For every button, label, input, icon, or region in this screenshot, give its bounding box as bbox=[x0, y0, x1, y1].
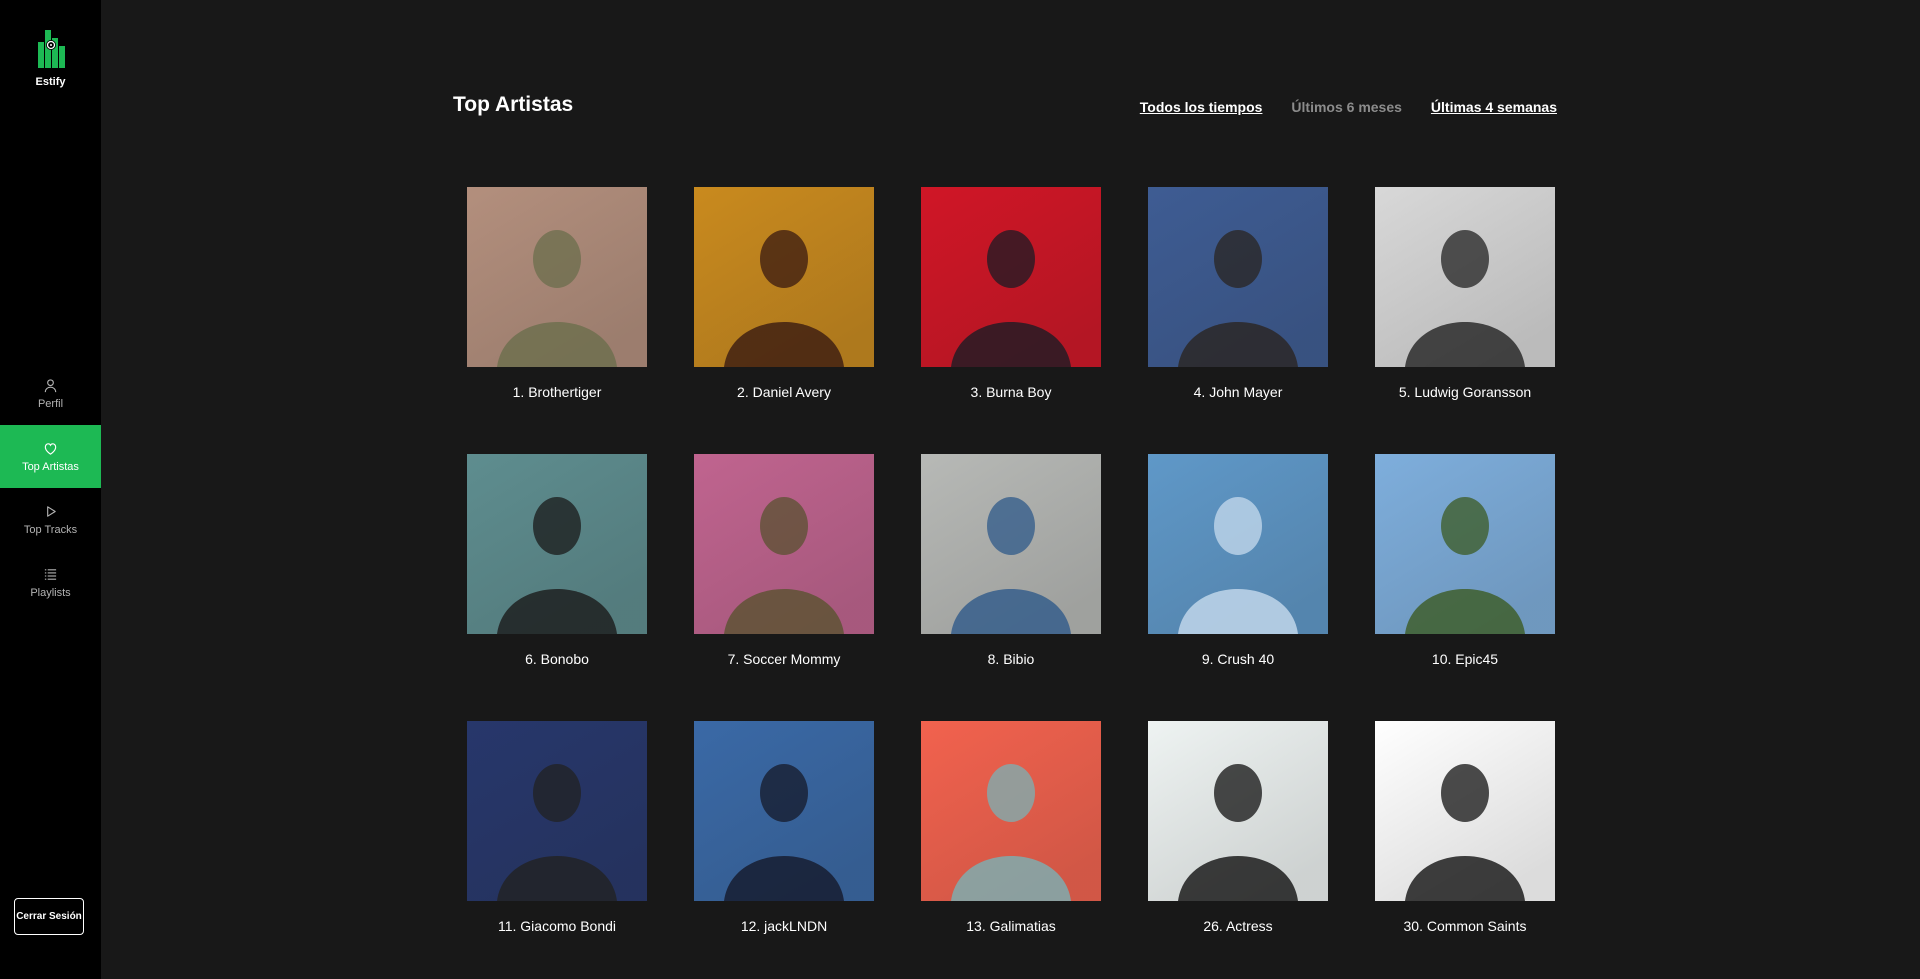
page-title: Top Artistas bbox=[453, 93, 574, 116]
artist-name: 1. Brothertiger bbox=[512, 384, 602, 400]
user-icon bbox=[44, 378, 57, 392]
app-name: Estify bbox=[35, 76, 66, 88]
sidebar-item-label: Top Tracks bbox=[23, 523, 78, 536]
logout-button[interactable]: Cerrar Sesión bbox=[14, 898, 84, 935]
artist-image[interactable] bbox=[1148, 187, 1328, 367]
tab-6-months[interactable]: Últimos 6 meses bbox=[1291, 99, 1402, 115]
artist-name: 10. Epic45 bbox=[1431, 651, 1499, 667]
artist-name: 13. Galimatias bbox=[966, 918, 1056, 934]
artist-name: 2. Daniel Avery bbox=[737, 384, 831, 400]
artist-name: 26. Actress bbox=[1203, 918, 1273, 934]
artist-image[interactable] bbox=[1375, 187, 1555, 367]
artist-image[interactable] bbox=[467, 721, 647, 901]
tab-all-time[interactable]: Todos los tiempos bbox=[1140, 99, 1263, 115]
artist-grid: 1. Brothertiger 2. Daniel Avery 3. Burna B… bbox=[467, 187, 1555, 934]
artist-card[interactable]: 30. Common Saints bbox=[1375, 721, 1555, 934]
artist-card[interactable]: 5. Ludwig Goransson bbox=[1375, 187, 1555, 400]
artist-card[interactable]: 3. Burna Boy bbox=[921, 187, 1101, 400]
artist-name: 9. Crush 40 bbox=[1201, 651, 1275, 667]
list-icon bbox=[44, 568, 57, 580]
artist-card[interactable]: 4. John Mayer bbox=[1148, 187, 1328, 400]
artist-name: 8. Bibio bbox=[987, 651, 1035, 667]
app-logo[interactable]: Estify bbox=[0, 28, 101, 88]
artist-image[interactable] bbox=[694, 187, 874, 367]
artist-card[interactable]: 2. Daniel Avery bbox=[694, 187, 874, 400]
artist-name: 6. Bonobo bbox=[525, 651, 589, 667]
artist-name: 11. Giacomo Bondi bbox=[497, 918, 617, 934]
artist-card[interactable]: 7. Soccer Mommy bbox=[694, 454, 874, 667]
artist-card[interactable]: 9. Crush 40 bbox=[1148, 454, 1328, 667]
sidebar-nav: Perfil Top Artistas Top Tracks Playlists bbox=[0, 362, 101, 614]
sidebar-item-label: Perfil bbox=[37, 397, 64, 410]
artist-card[interactable]: 26. Actress bbox=[1148, 721, 1328, 934]
artist-card[interactable]: 6. Bonobo bbox=[467, 454, 647, 667]
artist-name: 5. Ludwig Goransson bbox=[1398, 384, 1532, 400]
time-range-tabs: Todos los tiempos Últimos 6 meses Última… bbox=[1140, 99, 1557, 115]
artist-image[interactable] bbox=[921, 454, 1101, 634]
artist-image[interactable] bbox=[467, 454, 647, 634]
artist-image[interactable] bbox=[694, 454, 874, 634]
artist-card[interactable]: 8. Bibio bbox=[921, 454, 1101, 667]
tab-4-weeks[interactable]: Últimas 4 semanas bbox=[1431, 99, 1557, 115]
artist-image[interactable] bbox=[1375, 721, 1555, 901]
artist-card[interactable]: 10. Epic45 bbox=[1375, 454, 1555, 667]
sidebar-item-top-tracks[interactable]: Top Tracks bbox=[0, 488, 101, 551]
logo-icon bbox=[37, 30, 65, 68]
artist-image[interactable] bbox=[921, 721, 1101, 901]
artist-image[interactable] bbox=[1148, 721, 1328, 901]
artist-card[interactable]: 11. Giacomo Bondi bbox=[467, 721, 647, 934]
artist-image[interactable] bbox=[1375, 454, 1555, 634]
sidebar-item-top-artistas[interactable]: Top Artistas bbox=[0, 425, 101, 488]
artist-name: 4. John Mayer bbox=[1193, 384, 1283, 400]
play-icon bbox=[47, 505, 56, 517]
sidebar-item-label: Top Artistas bbox=[22, 460, 79, 473]
app: Estify Perfil Top Artistas Top Tracks Pl… bbox=[0, 0, 1920, 979]
artist-name: 7. Soccer Mommy bbox=[727, 651, 841, 667]
sidebar: Estify Perfil Top Artistas Top Tracks Pl… bbox=[0, 0, 101, 979]
artist-image[interactable] bbox=[921, 187, 1101, 367]
artist-image[interactable] bbox=[467, 187, 647, 367]
artist-image[interactable] bbox=[1148, 454, 1328, 634]
artist-card[interactable]: 1. Brothertiger bbox=[467, 187, 647, 400]
sidebar-item-perfil[interactable]: Perfil bbox=[0, 362, 101, 425]
artist-name: 3. Burna Boy bbox=[970, 384, 1052, 400]
artist-image[interactable] bbox=[694, 721, 874, 901]
artist-card[interactable]: 13. Galimatias bbox=[921, 721, 1101, 934]
heart-icon bbox=[44, 442, 57, 455]
sidebar-item-playlists[interactable]: Playlists bbox=[0, 551, 101, 614]
artist-name: 12. jackLNDN bbox=[740, 918, 828, 934]
sidebar-item-label: Playlists bbox=[30, 586, 71, 599]
artist-card[interactable]: 12. jackLNDN bbox=[694, 721, 874, 934]
artist-name: 30. Common Saints bbox=[1403, 918, 1527, 934]
